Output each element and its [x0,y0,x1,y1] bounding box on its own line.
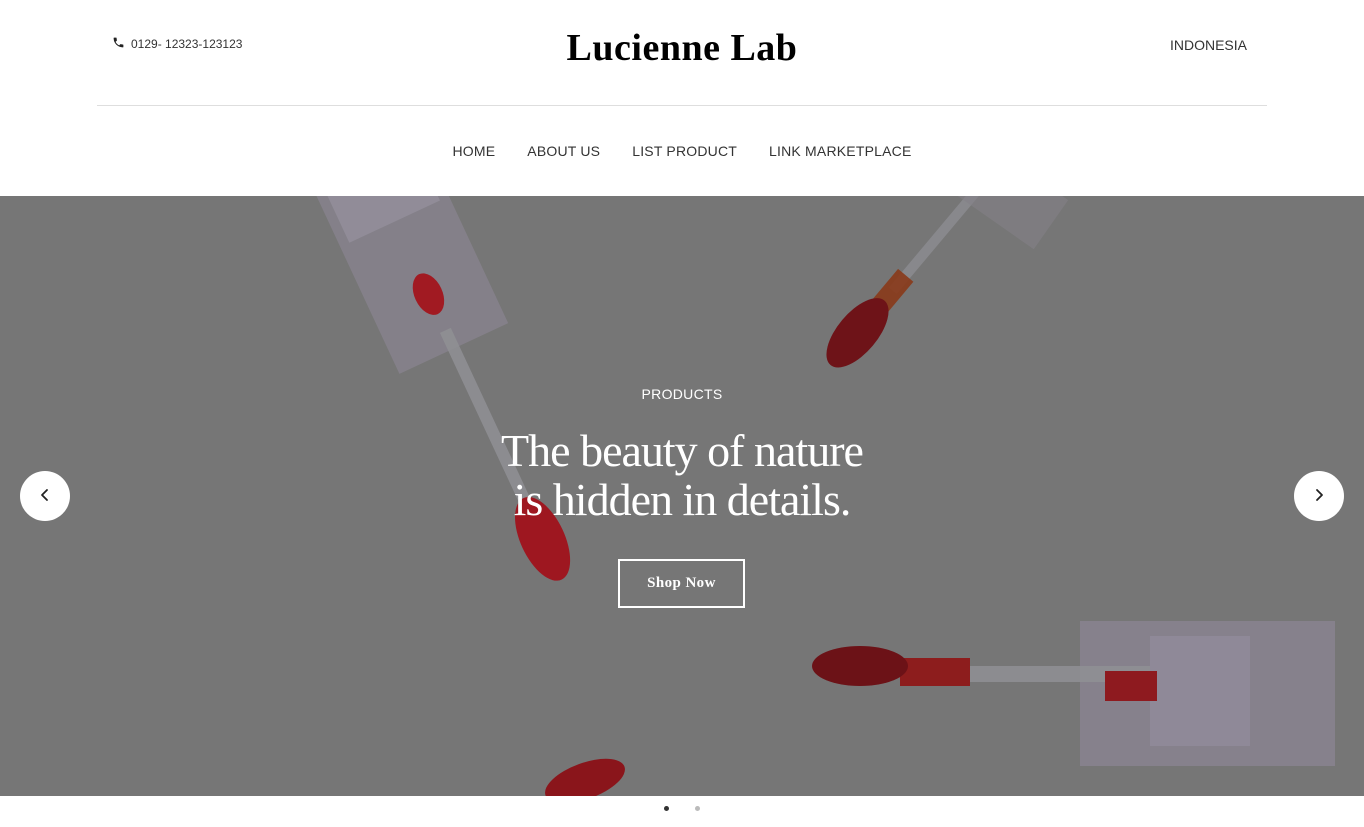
top-bar: 0129- 12323-123123 Lucienne Lab INDONESI… [0,0,1364,105]
nav-item-list-product[interactable]: LIST PRODUCT [632,143,737,159]
slider-prev-button[interactable] [20,471,70,521]
hero-slider: PRODUCTS The beauty of nature is hidden … [0,196,1364,796]
slider-dot-2[interactable] [695,806,700,811]
chevron-left-icon [38,488,52,505]
slider-dot-1[interactable] [664,806,669,811]
hero-headline-line-1: The beauty of nature [501,425,864,476]
hero-eyebrow: PRODUCTS [641,386,723,402]
nav-item-about-us[interactable]: ABOUT US [527,143,600,159]
hero-headline-line-2: is hidden in details. [513,474,852,525]
hero-headline: The beauty of nature is hidden in detail… [0,426,1364,524]
country-selector[interactable]: INDONESIA [1170,37,1247,53]
slider-pagination [0,806,1364,811]
hero-content: PRODUCTS The beauty of nature is hidden … [0,196,1364,796]
nav-item-home[interactable]: HOME [452,143,495,159]
chevron-right-icon [1312,488,1326,505]
main-nav: HOME ABOUT US LIST PRODUCT LINK MARKETPL… [0,106,1364,196]
brand-logo[interactable]: Lucienne Lab [0,26,1364,70]
slider-next-button[interactable] [1294,471,1344,521]
shop-now-button[interactable]: Shop Now [618,559,745,608]
nav-item-link-marketplace[interactable]: LINK MARKETPLACE [769,143,911,159]
